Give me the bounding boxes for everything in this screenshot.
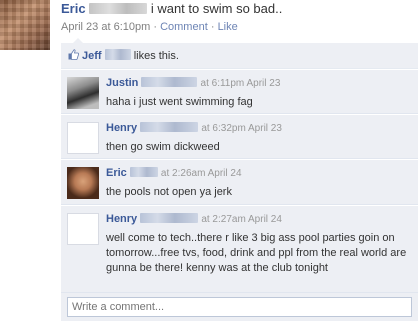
comment-item: Eric at 2:26am April 24 the pools not op… bbox=[61, 160, 418, 205]
comment-input[interactable] bbox=[67, 297, 412, 317]
redacted-surname bbox=[129, 167, 158, 177]
post-header: Eric i want to swim so bad.. bbox=[61, 1, 420, 17]
comment-header: Henry at 2:27am April 24 bbox=[106, 212, 412, 227]
comment-timestamp[interactable]: at 2:26am April 24 bbox=[161, 168, 242, 179]
comment-author[interactable]: Henry bbox=[106, 213, 137, 225]
feedback-pointer bbox=[73, 38, 83, 43]
likes-text: likes this. bbox=[133, 50, 179, 62]
feedback-panel: Jeff likes this. Justin at 6:11pm April … bbox=[61, 38, 418, 321]
meta-separator: · bbox=[210, 21, 215, 33]
meta-separator: · bbox=[153, 21, 158, 33]
comment-header: Eric at 2:26am April 24 bbox=[106, 166, 412, 181]
post-author-avatar[interactable] bbox=[0, 0, 50, 50]
comment-text: then go swim dickweed bbox=[106, 141, 220, 153]
comment-body: Henry at 6:32pm April 23 then go swim di… bbox=[106, 121, 412, 155]
comment-item: Henry at 6:32pm April 23 then go swim di… bbox=[61, 115, 418, 159]
comment-author[interactable]: Henry bbox=[106, 122, 137, 134]
likes-bar: Jeff likes this. bbox=[61, 38, 418, 69]
redacted-surname bbox=[140, 122, 199, 132]
redacted-surname bbox=[89, 3, 148, 14]
liker-name[interactable]: Jeff bbox=[82, 50, 102, 62]
comment-author[interactable]: Eric bbox=[106, 167, 127, 179]
comment-body: Justin at 6:11pm April 23 haha i just we… bbox=[106, 76, 412, 110]
default-avatar-icon[interactable] bbox=[67, 122, 99, 154]
comment-item: Henry at 2:27am April 24 well come to te… bbox=[61, 206, 418, 293]
comment-body: Eric at 2:26am April 24 the pools not op… bbox=[106, 166, 412, 200]
thumbs-up-icon bbox=[68, 49, 79, 60]
comment-text: haha i just went swimming fag bbox=[106, 96, 253, 108]
avatar-pixelation bbox=[0, 0, 50, 50]
redacted-surname bbox=[140, 213, 199, 223]
comment-body: Henry at 2:27am April 24 well come to te… bbox=[106, 212, 412, 276]
post-meta: April 23 at 6:10pm · Comment · Like bbox=[61, 21, 238, 33]
redacted-surname bbox=[104, 49, 131, 60]
post-author-name[interactable]: Eric bbox=[61, 1, 86, 16]
comment-timestamp[interactable]: at 2:27am April 24 bbox=[201, 214, 282, 225]
comment-item: Justin at 6:11pm April 23 haha i just we… bbox=[61, 70, 418, 114]
comment-text: the pools not open ya jerk bbox=[106, 186, 232, 198]
comment-text: well come to tech..there r like 3 big as… bbox=[106, 232, 407, 274]
comment-timestamp[interactable]: at 6:32pm April 23 bbox=[201, 123, 282, 134]
redacted-surname bbox=[141, 77, 198, 87]
commenter-avatar[interactable] bbox=[67, 167, 99, 199]
comment-header: Justin at 6:11pm April 23 bbox=[106, 76, 412, 91]
comment-link[interactable]: Comment bbox=[160, 21, 208, 33]
post-text: i want to swim so bad.. bbox=[150, 1, 283, 16]
post-timestamp[interactable]: April 23 at 6:10pm bbox=[61, 21, 150, 33]
commenter-avatar[interactable] bbox=[67, 77, 99, 109]
comment-author[interactable]: Justin bbox=[106, 77, 138, 89]
comment-timestamp[interactable]: at 6:11pm April 23 bbox=[201, 78, 281, 89]
default-avatar-icon[interactable] bbox=[67, 213, 99, 245]
comment-input-row bbox=[61, 293, 418, 321]
like-link[interactable]: Like bbox=[218, 21, 238, 33]
comment-header: Henry at 6:32pm April 23 bbox=[106, 121, 412, 136]
